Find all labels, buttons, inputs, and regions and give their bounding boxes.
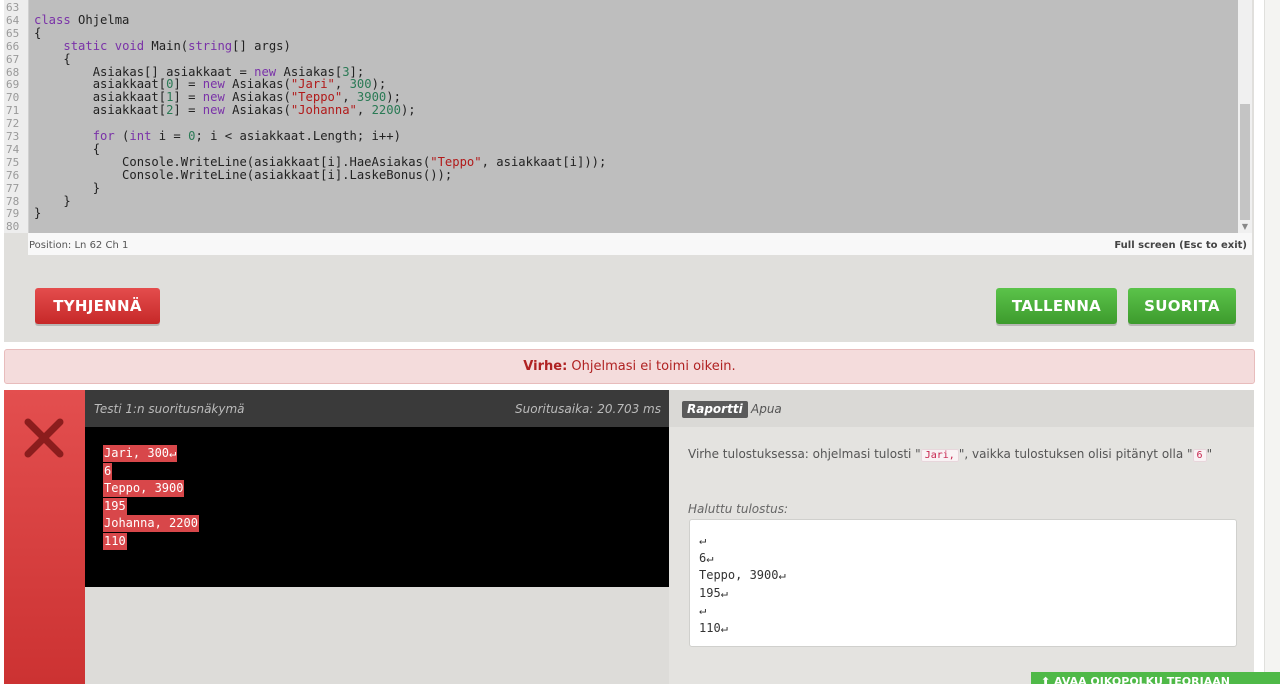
expected-line: Teppo, 3900↵ [699,568,786,583]
line-number: 73 [6,130,20,143]
clear-button[interactable]: TYHJENNÄ [35,288,160,324]
line-number: 72 [6,117,20,131]
editor-statusbar [28,233,1252,255]
line-number: 71 [6,104,20,118]
line-number: 64 [6,13,20,27]
code-line[interactable]: { [34,142,100,156]
fail-x-icon [24,418,64,458]
run-button[interactable]: SUORITA [1128,288,1236,324]
line-number: 63 [6,1,20,14]
output-line: 110 [103,533,127,550]
report-text-before: Virhe tulostuksessa: ohjelmasi tulosti " [688,447,921,461]
expected-line: 6↵ [699,550,714,565]
page-scrollbar[interactable] [1264,0,1280,684]
expected-output-chip: 6 [1192,449,1207,462]
output-line: Jari, 300↵ [103,445,178,462]
test-panel-filler [85,587,669,684]
report-text-mid: ", vaikka tulostuksen olisi pitänyt olla… [958,447,1193,461]
code-line[interactable]: Console.WriteLine(asiakkaat[i].LaskeBonu… [34,168,452,182]
output-line: Teppo, 3900 [103,480,185,498]
error-alert: Virhe: Ohjelmasi ei toimi oikein. [4,349,1255,384]
editor-scroll-thumb[interactable] [1240,104,1250,220]
theory-shortcut-button[interactable]: ⬆ AVAA OIKOPOLKU TEORIAAN [1031,672,1280,684]
line-number: 70 [6,91,20,105]
line-number: 69 [6,78,20,92]
line-number: 66 [6,39,20,53]
expected-line: ↵ [699,603,707,618]
line-number: 67 [6,52,20,66]
line-number: 74 [6,142,20,156]
line-number: 65 [6,26,20,40]
output-line: 195 [103,497,127,515]
cursor-position: Position: Ln 62 Ch 1 [29,240,129,251]
alert-message: Ohjelmasi ei toimi oikein. [567,359,736,374]
report-message: Virhe tulostuksessa: ohjelmasi tulosti "… [688,447,1213,462]
code-line[interactable]: static void Main(string[] args) [34,39,291,53]
line-number: 76 [6,168,20,182]
line-number: 75 [6,155,20,169]
fullscreen-hint[interactable]: Full screen (Esc to exit) [1114,240,1247,251]
expected-output-label: Haluttu tulostus: [688,502,788,516]
line-number: 68 [6,65,20,79]
scroll-down-arrow-icon[interactable]: ▼ [1240,222,1250,232]
expected-line: 110↵ [699,621,728,635]
code-line[interactable]: Console.WriteLine(asiakkaat[i].HaeAsiaka… [34,155,606,169]
tab-help[interactable]: Apua [751,402,782,416]
line-number: 80 [6,220,20,234]
code-line[interactable]: } [34,181,100,195]
code-line[interactable]: { [34,26,41,40]
code-line[interactable]: } [34,207,41,220]
save-button[interactable]: TALLENNA [996,288,1117,324]
code-line[interactable]: { [34,52,70,66]
line-number: 78 [6,194,20,208]
code-line[interactable]: asiakkaat[2] = new Asiakas("Johanna", 22… [34,104,416,117]
expected-line: 195↵ [699,585,728,600]
code-line[interactable]: class Ohjelma [34,13,129,27]
line-number: 79 [6,207,20,221]
output-line: 6 [103,462,113,480]
tab-report[interactable]: Raportti [682,401,748,418]
report-text-after: " [1206,447,1213,461]
printed-output-chip: Jari, [920,449,959,462]
alert-label: Virhe: [523,359,568,374]
test-runtime: Suoritusaika: 20.703 ms [515,402,661,416]
line-number: 77 [6,181,20,195]
test-title: Testi 1:n suoritusnäkymä [94,402,245,416]
output-line: Johanna, 2200 [103,515,199,533]
expected-line: ↵ [699,533,707,547]
